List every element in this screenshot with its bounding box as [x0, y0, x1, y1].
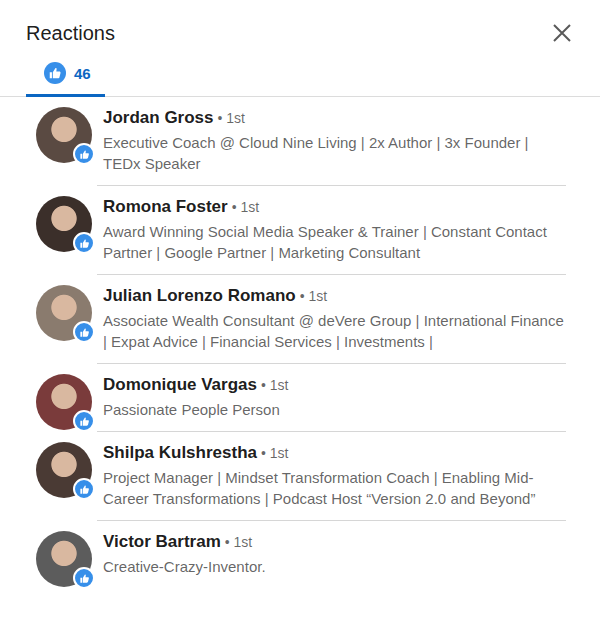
reactor-name[interactable]: Domonique Vargas [103, 373, 257, 397]
reactor-info: Julian Lorenzo Romano• 1st Associate Weal… [97, 275, 566, 364]
connection-degree: • 1st [300, 288, 327, 304]
reactor-headline: Executive Coach @ Cloud Nine Living | 2x… [103, 132, 566, 174]
like-icon [73, 143, 95, 165]
reactor-row[interactable]: Jordan Gross• 1st Executive Coach @ Cloud… [36, 97, 566, 186]
like-icon [73, 410, 95, 432]
reactor-row[interactable]: Julian Lorenzo Romano• 1st Associate Weal… [36, 275, 566, 364]
avatar [36, 442, 92, 498]
reaction-tab[interactable]: 46 [26, 58, 105, 97]
reactor-headline: Associate Wealth Consultant @ deVere Gro… [103, 310, 566, 352]
reaction-tabs: 46 [0, 48, 600, 97]
like-icon [73, 567, 95, 589]
like-icon [73, 232, 95, 254]
avatar [36, 531, 92, 587]
reactor-list: Jordan Gross• 1stExecutive Coach @ Cloud… [0, 97, 600, 588]
reactor-info: Victor Bartram• 1st Creative-Crazy-Invent… [97, 521, 566, 588]
connection-degree: • 1st [218, 110, 245, 126]
reactor-name[interactable]: Jordan Gross [103, 106, 214, 130]
close-icon[interactable] [550, 21, 574, 45]
avatar [36, 196, 92, 252]
reactor-name[interactable]: Romona Foster [103, 195, 228, 219]
reactor-info: Romona Foster• 1st Award Winning Social M… [97, 186, 566, 275]
reaction-count: 46 [74, 65, 91, 82]
reactor-name[interactable]: Shilpa Kulshrestha [103, 441, 257, 465]
reactor-info: Jordan Gross• 1st Executive Coach @ Cloud… [97, 97, 566, 186]
avatar [36, 374, 92, 430]
reactor-info: Domonique Vargas• 1st Passionate People P… [97, 364, 566, 432]
reactor-info: Shilpa Kulshrestha• 1st Project Manager |… [97, 432, 566, 521]
connection-degree: • 1st [225, 534, 252, 550]
avatar [36, 107, 92, 163]
reactor-name[interactable]: Julian Lorenzo Romano [103, 284, 296, 308]
reactor-row[interactable]: Shilpa Kulshrestha• 1st Project Manager |… [36, 432, 566, 521]
like-icon [73, 478, 95, 500]
reactor-row[interactable]: Victor Bartram• 1st Creative-Crazy-Invent… [36, 521, 566, 588]
like-icon [73, 321, 95, 343]
reactor-row[interactable]: Domonique Vargas• 1st Passionate People P… [36, 364, 566, 432]
reactor-headline: Creative-Crazy-Inventor. [103, 556, 566, 577]
modal-header: Reactions [0, 0, 600, 48]
connection-degree: • 1st [261, 445, 288, 461]
connection-degree: • 1st [232, 199, 259, 215]
reactor-headline: Award Winning Social Media Speaker & Tra… [103, 221, 566, 263]
avatar [36, 285, 92, 341]
reactor-headline: Project Manager | Mindset Transformation… [103, 467, 566, 509]
reactor-headline: Passionate People Person [103, 399, 566, 420]
reactor-name[interactable]: Victor Bartram [103, 530, 221, 554]
connection-degree: • 1st [261, 377, 288, 393]
reactor-row[interactable]: Romona Foster• 1st Award Winning Social M… [36, 186, 566, 275]
modal-title: Reactions [26, 22, 115, 45]
like-icon [44, 62, 66, 84]
